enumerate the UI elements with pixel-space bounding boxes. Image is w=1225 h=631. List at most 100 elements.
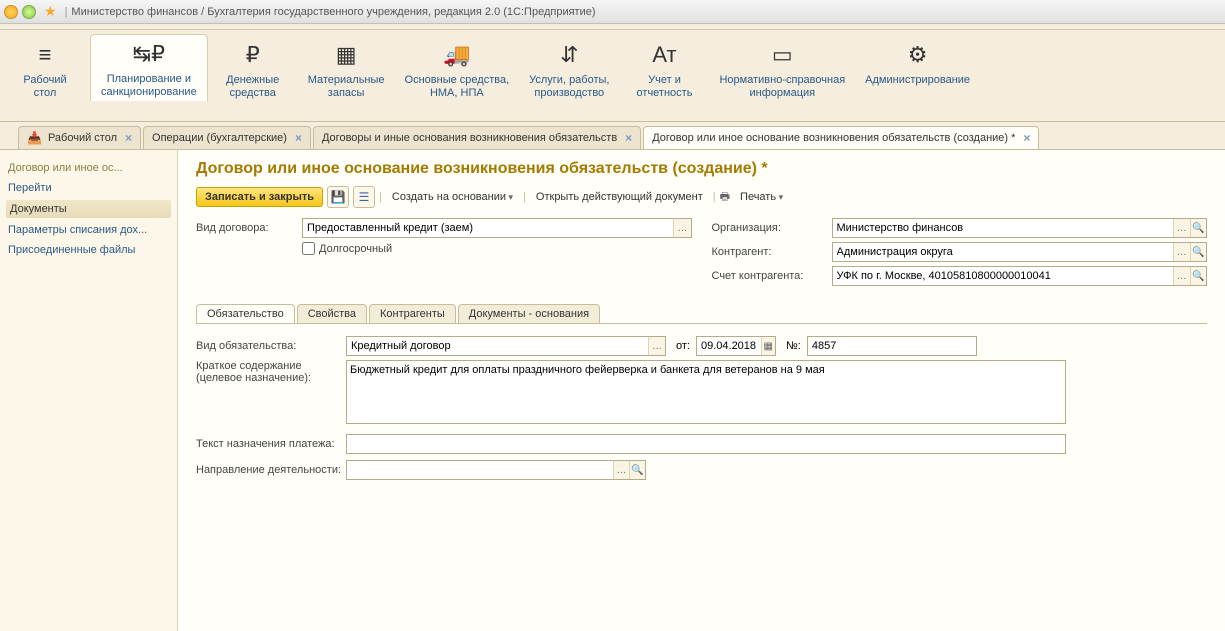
- titlebar-btn-1[interactable]: [4, 5, 18, 19]
- select-icon[interactable]: …: [673, 219, 690, 237]
- tab-contract-create[interactable]: Договор или иное основание возникновения…: [643, 126, 1039, 149]
- label-ot: от:: [676, 340, 690, 352]
- search-icon[interactable]: 🔍: [1190, 243, 1206, 261]
- menu-icon: ≡: [10, 42, 80, 68]
- label-schet: Счет контрагента:: [712, 270, 832, 282]
- section-planning[interactable]: ↹₽ Планирование и санкционирование: [90, 34, 208, 101]
- label-kratk: Краткое содержание (целевое назначение):: [196, 360, 346, 384]
- subtab-properties[interactable]: Свойства: [297, 304, 367, 323]
- titlebar-sep: |: [65, 6, 68, 18]
- star-icon[interactable]: ★: [44, 3, 57, 20]
- lp-params[interactable]: Параметры списания дох...: [6, 220, 171, 240]
- field-schet[interactable]: … 🔍: [832, 266, 1208, 286]
- input-num[interactable]: [808, 337, 976, 355]
- truck-icon: 🚚: [405, 42, 510, 68]
- input-napr[interactable]: [347, 461, 613, 479]
- subtab-content: Вид обязательства: … от: ▦ №: Краткое со…: [196, 324, 1207, 496]
- section-label: Основные средства, НМА, НПА: [405, 74, 510, 100]
- content-area: Договор или иное основание возникновения…: [178, 150, 1225, 631]
- label-org: Организация:: [712, 222, 832, 234]
- main-area: Договор или иное ос... Перейти Документы…: [0, 150, 1225, 631]
- toolbar-sep: |: [379, 191, 382, 203]
- search-icon[interactable]: 🔍: [629, 461, 645, 479]
- create-based-button[interactable]: Создать на основании: [386, 188, 519, 206]
- lp-files[interactable]: Присоединенные файлы: [6, 240, 171, 260]
- subtab-docs[interactable]: Документы - основания: [458, 304, 600, 323]
- field-napr[interactable]: … 🔍: [346, 460, 646, 480]
- window-title: Министерство финансов / Бухгалтерия госу…: [71, 6, 595, 18]
- section-label: Нормативно-справочная информация: [719, 74, 845, 100]
- open-doc-button[interactable]: Открыть действующий документ: [530, 188, 709, 206]
- field-org[interactable]: … 🔍: [832, 218, 1208, 238]
- field-kontr[interactable]: … 🔍: [832, 242, 1208, 262]
- section-admin[interactable]: ⚙ Администрирование: [855, 36, 980, 89]
- search-icon[interactable]: 🔍: [1190, 219, 1206, 237]
- section-label: Услуги, работы, производство: [529, 74, 609, 100]
- field-vid-ob[interactable]: …: [346, 336, 666, 356]
- section-desktop[interactable]: ≡ Рабочий стол: [0, 36, 90, 102]
- field-vid-dogovora[interactable]: …: [302, 218, 692, 238]
- label-kontr: Контрагент:: [712, 246, 832, 258]
- section-label: Материальные запасы: [308, 74, 385, 100]
- section-reference[interactable]: ▭ Нормативно-справочная информация: [709, 36, 855, 102]
- calendar-icon[interactable]: ▦: [761, 337, 775, 355]
- subtab-contractors[interactable]: Контрагенты: [369, 304, 456, 323]
- section-services[interactable]: ⇵ Услуги, работы, производство: [519, 36, 619, 102]
- label-num: №:: [786, 340, 801, 352]
- toolbar-sep: |: [523, 191, 526, 203]
- checkbox-input[interactable]: [302, 242, 315, 255]
- close-icon[interactable]: ×: [1023, 131, 1030, 145]
- list-icon[interactable]: ☰: [353, 186, 375, 208]
- tab-label: Договор или иное основание возникновения…: [652, 132, 1015, 144]
- tab-operations[interactable]: Операции (бухгалтерские) ×: [143, 126, 311, 149]
- section-materials[interactable]: ▦ Материальные запасы: [298, 36, 395, 102]
- report-icon: Ат: [629, 42, 699, 68]
- grid-icon: ▦: [308, 42, 385, 68]
- input-text[interactable]: [347, 435, 1065, 453]
- select-icon[interactable]: …: [1173, 243, 1189, 261]
- save-icon[interactable]: 💾: [327, 186, 349, 208]
- field-text[interactable]: [346, 434, 1066, 454]
- lp-goto[interactable]: Перейти: [6, 178, 171, 198]
- gear-icon: ⚙: [865, 42, 970, 68]
- input-vid-ob[interactable]: [347, 337, 648, 355]
- tab-contracts[interactable]: Договоры и иные основания возникновения …: [313, 126, 641, 149]
- input-kontr[interactable]: [833, 243, 1174, 261]
- section-money[interactable]: ₽ Денежные средства: [208, 36, 298, 102]
- textarea-kratk[interactable]: [346, 360, 1066, 424]
- section-label: Рабочий стол: [10, 74, 80, 100]
- sections-bar: ≡ Рабочий стол ↹₽ Планирование и санкцио…: [0, 30, 1225, 122]
- label-vid-ob: Вид обязательства:: [196, 340, 346, 352]
- input-date[interactable]: [697, 337, 761, 355]
- close-icon[interactable]: ×: [295, 131, 302, 145]
- select-icon[interactable]: …: [1173, 219, 1189, 237]
- lp-documents[interactable]: Документы: [6, 200, 171, 218]
- input-org[interactable]: [833, 219, 1174, 237]
- section-assets[interactable]: 🚚 Основные средства, НМА, НПА: [395, 36, 520, 102]
- input-schet[interactable]: [833, 267, 1174, 285]
- toolbar: Записать и закрыть 💾 ☰ | Создать на осно…: [196, 186, 1207, 208]
- section-label: Планирование и санкционирование: [101, 73, 197, 99]
- checkbox-long-term[interactable]: Долгосрочный: [302, 242, 392, 255]
- section-label: Денежные средства: [218, 74, 288, 100]
- section-reports[interactable]: Ат Учет и отчетность: [619, 36, 709, 102]
- titlebar-btn-2[interactable]: [22, 5, 36, 19]
- select-icon[interactable]: …: [1173, 267, 1189, 285]
- input-vid-dogovora[interactable]: [303, 219, 673, 237]
- print-button[interactable]: Печать: [734, 188, 789, 206]
- search-icon[interactable]: 🔍: [1190, 267, 1206, 285]
- select-icon[interactable]: …: [613, 461, 629, 479]
- field-date[interactable]: ▦: [696, 336, 776, 356]
- select-icon[interactable]: …: [648, 337, 665, 355]
- subtab-obligation[interactable]: Обязательство: [196, 304, 295, 323]
- section-label: Администрирование: [865, 74, 970, 87]
- tab-desktop[interactable]: 📥 Рабочий стол ×: [18, 126, 141, 149]
- ruble-icon: ₽: [218, 42, 288, 68]
- field-num[interactable]: [807, 336, 977, 356]
- lp-title: Договор или иное ос...: [6, 158, 171, 178]
- save-close-button[interactable]: Записать и закрыть: [196, 187, 323, 207]
- desktop-icon: 📥: [27, 131, 42, 145]
- close-icon[interactable]: ×: [625, 131, 632, 145]
- doc-icon: ▭: [719, 42, 845, 68]
- close-icon[interactable]: ×: [125, 131, 132, 145]
